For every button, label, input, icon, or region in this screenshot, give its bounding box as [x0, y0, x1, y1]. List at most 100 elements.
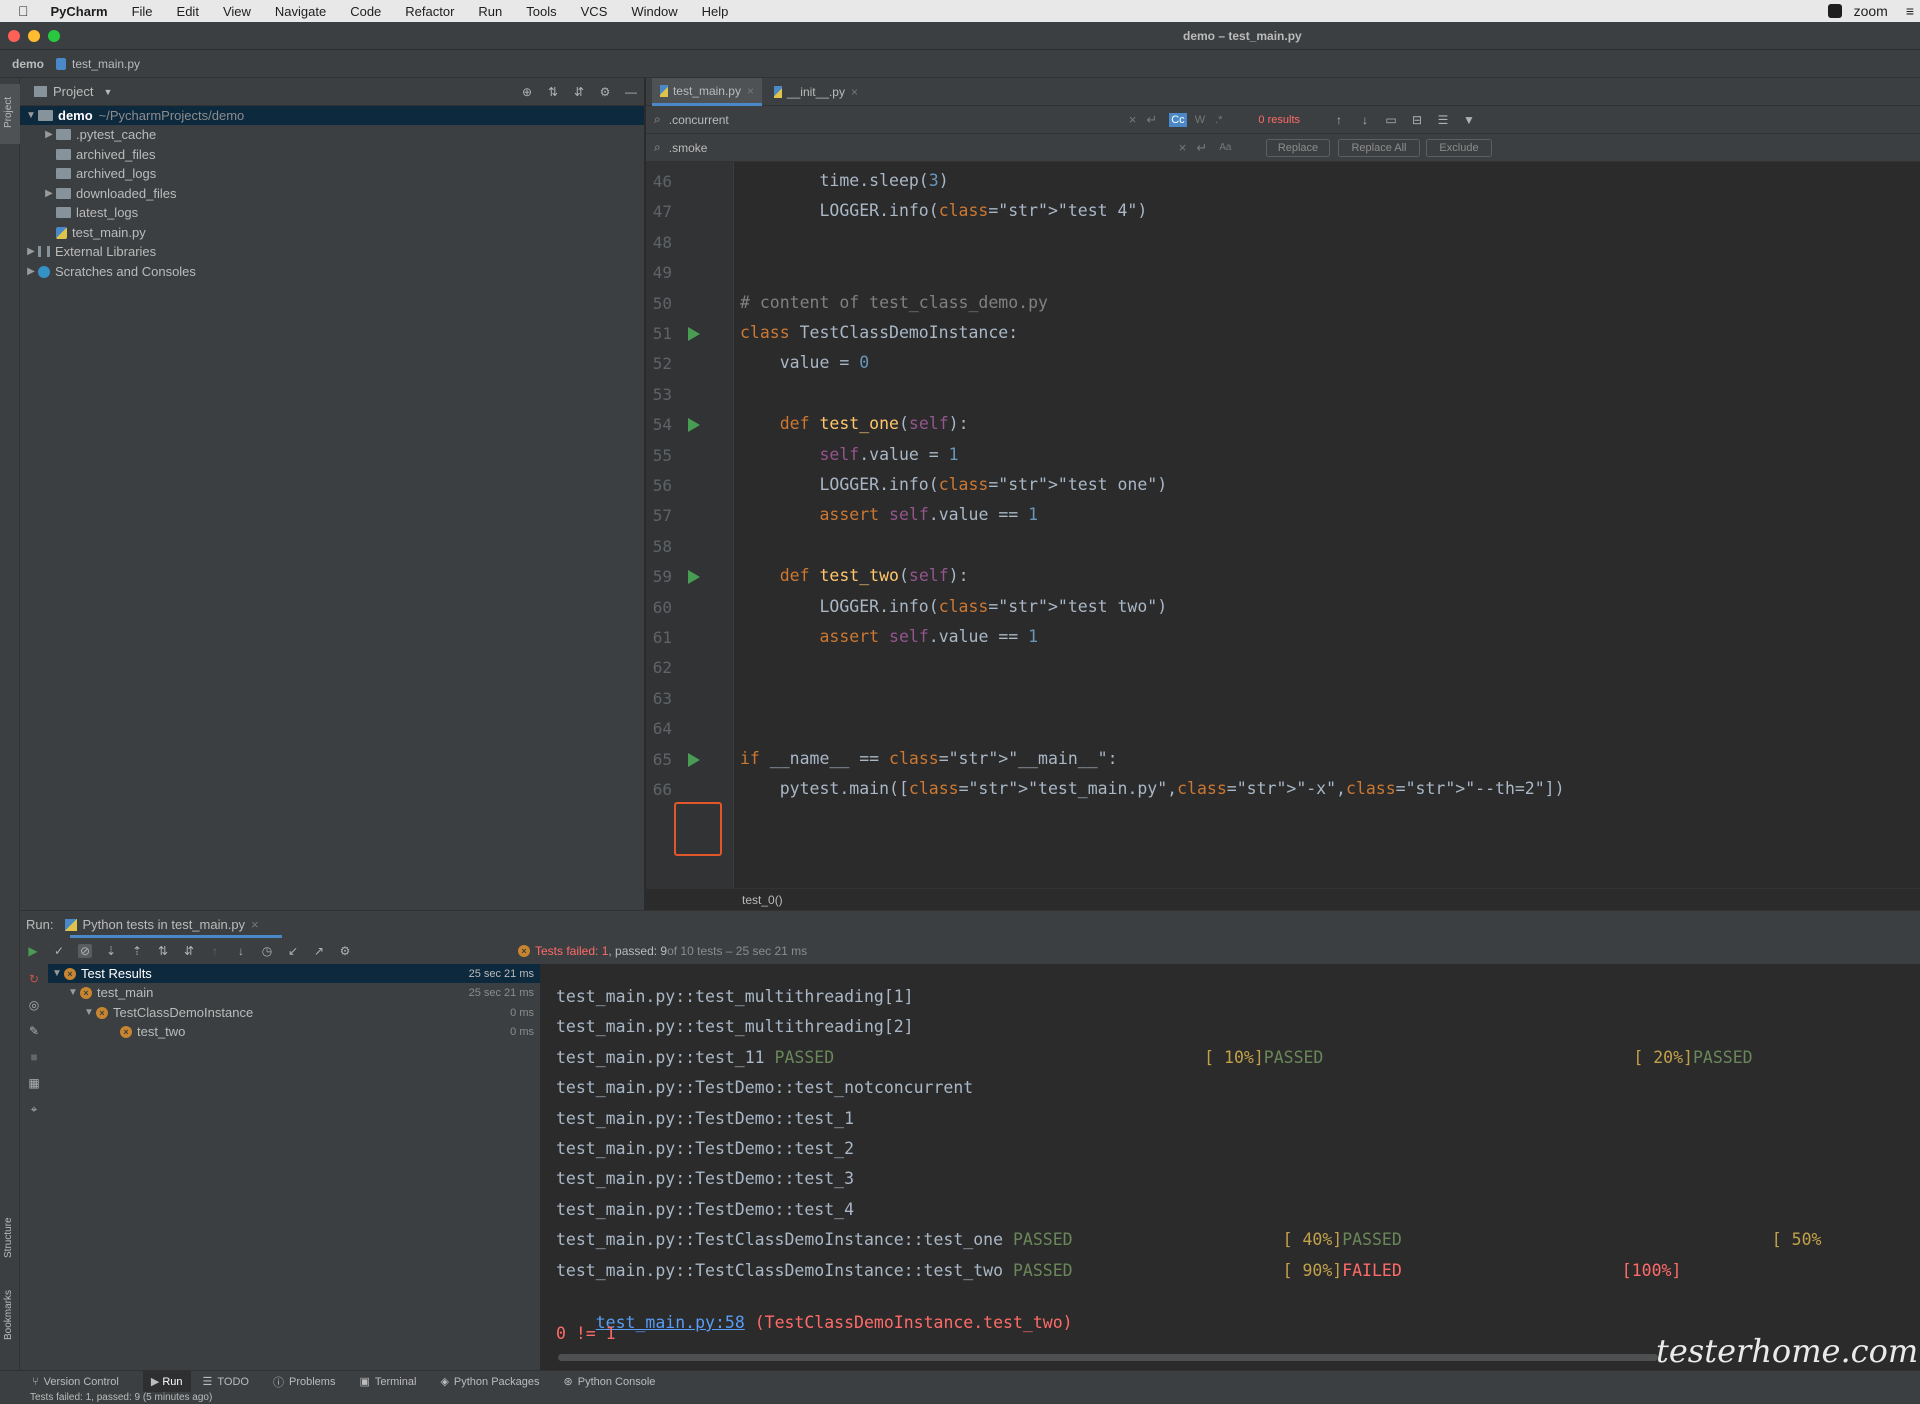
tool-terminal[interactable]: Terminal — [375, 1376, 417, 1388]
code-line[interactable]: LOGGER.info(class="str">"test one") — [740, 475, 1167, 494]
gear-icon[interactable]: ⚙ — [338, 944, 352, 958]
project-side-label[interactable]: Project — [3, 97, 14, 128]
code-line[interactable]: assert self.value == 1 — [740, 627, 1038, 646]
code-line[interactable]: self.value = 1 — [740, 445, 958, 464]
test-item-test-two[interactable]: × test_two 0 ms — [48, 1022, 540, 1041]
wrench-icon[interactable]: ✎ — [27, 1024, 41, 1038]
close-icon[interactable]: × — [251, 917, 259, 932]
menu-help[interactable]: Help — [690, 4, 741, 19]
tool-version-control[interactable]: Version Control — [44, 1376, 119, 1388]
find-input[interactable]: .concurrent — [669, 113, 1129, 127]
apple-icon[interactable]:  — [0, 3, 39, 19]
pin-icon[interactable]: ⌖ — [27, 1102, 41, 1116]
code-line[interactable]: # content of test_class_demo.py — [740, 293, 1048, 312]
stop-icon[interactable]: ■ — [27, 1050, 41, 1064]
replace-all-button[interactable]: Replace All — [1338, 139, 1420, 157]
test-item-test-main[interactable]: ▼ × test_main 25 sec 21 ms — [48, 983, 540, 1002]
sort-alpha-icon[interactable]: ⇣ — [104, 944, 118, 958]
nav-file[interactable]: test_main.py — [72, 57, 140, 71]
tab-test-main[interactable]: test_main.py × — [652, 78, 762, 106]
exclude-button[interactable]: Exclude — [1426, 139, 1492, 157]
console-error-link[interactable]: test_main.py:58 — [596, 1313, 745, 1332]
tree-item-external-libraries[interactable]: ▶ External Libraries — [20, 242, 644, 261]
close-icon[interactable]: × — [851, 85, 858, 99]
chevron-right-icon[interactable]: ▶ — [24, 266, 38, 277]
multiline-icon[interactable]: ☰ — [1436, 113, 1450, 127]
menu-window[interactable]: Window — [619, 4, 689, 19]
clear-icon[interactable]: × — [1179, 140, 1187, 155]
filter-icon[interactable]: ▼ — [1462, 113, 1476, 127]
run-gutter-icon[interactable] — [688, 752, 700, 767]
layout-icon[interactable]: ▦ — [27, 1076, 41, 1090]
chevron-down-icon[interactable]: ▼ — [24, 110, 38, 121]
run-gutter-icon[interactable] — [688, 570, 700, 585]
preserve-case-icon[interactable]: Aa — [1219, 142, 1231, 153]
nav-project[interactable]: demo — [12, 57, 44, 71]
chevron-down-icon[interactable]: ▼ — [66, 987, 80, 998]
chevron-down-icon[interactable]: ▼ — [50, 968, 64, 979]
new-line-icon[interactable]: ↵ — [1196, 140, 1207, 156]
collapse-all-icon[interactable]: ⇵ — [572, 85, 586, 99]
next-failed-icon[interactable]: ↓ — [234, 944, 248, 958]
tree-item-archived-logs[interactable]: archived_logs — [20, 164, 644, 183]
editor-breadcrumb[interactable]: test_0() — [646, 888, 1920, 910]
close-icon[interactable]: × — [747, 84, 754, 98]
sort-duration-icon[interactable]: ⇡ — [130, 944, 144, 958]
tool-run-wrap[interactable]: ▶ Run — [142, 1371, 191, 1392]
code-line[interactable]: def test_one(self): — [740, 414, 969, 433]
input-source-icon[interactable] — [1827, 4, 1842, 18]
toggle-auto-test-icon[interactable]: ◎ — [27, 998, 41, 1012]
replace-button[interactable]: Replace — [1266, 139, 1330, 157]
menu-app-pycharm[interactable]: PyCharm — [39, 4, 120, 19]
regex-toggle[interactable]: .* — [1215, 114, 1222, 126]
menu-run[interactable]: Run — [466, 4, 514, 19]
match-case-toggle[interactable]: Cc — [1169, 112, 1187, 127]
menu-edit[interactable]: Edit — [165, 4, 211, 19]
tree-item-pytest-cache[interactable]: ▶ .pytest_cache — [20, 125, 644, 144]
tab-init[interactable]: __init__.py × — [766, 78, 866, 106]
tool-problems[interactable]: Problems — [289, 1376, 335, 1388]
code-line[interactable]: LOGGER.info(class="str">"test 4") — [740, 201, 1147, 220]
menu-code[interactable]: Code — [338, 4, 393, 19]
history-icon[interactable]: ◷ — [260, 944, 274, 958]
menu-file[interactable]: File — [120, 4, 165, 19]
code-line[interactable]: assert self.value == 1 — [740, 505, 1038, 524]
tree-item-test-main[interactable]: test_main.py — [20, 223, 644, 242]
structure-side-label[interactable]: Structure — [3, 1217, 14, 1258]
menu-view[interactable]: View — [211, 4, 263, 19]
code-line[interactable]: value = 0 — [740, 353, 869, 372]
chevron-right-icon[interactable]: ▶ — [24, 246, 38, 257]
select-all-occurrences-icon[interactable]: ▭ — [1384, 113, 1398, 127]
rerun-icon[interactable]: ▶ — [26, 944, 40, 958]
test-item-class[interactable]: ▼ × TestClassDemoInstance 0 ms — [48, 1003, 540, 1022]
import-tests-icon[interactable]: ↙ — [286, 944, 300, 958]
tree-item-scratches[interactable]: ▶ Scratches and Consoles — [20, 262, 644, 281]
zoom-menubar-label[interactable]: zoom — [1854, 3, 1888, 19]
next-occurrence-icon[interactable]: ↓ — [1358, 113, 1372, 127]
clear-icon[interactable]: × — [1129, 112, 1137, 127]
menu-tools[interactable]: Tools — [514, 4, 568, 19]
tree-item-downloaded-files[interactable]: ▶ downloaded_files — [20, 184, 644, 203]
menu-vcs[interactable]: VCS — [569, 4, 620, 19]
chevron-down-icon[interactable]: ▼ — [82, 1007, 96, 1018]
previous-failed-icon[interactable]: ↑ — [208, 944, 222, 958]
run-console[interactable]: test_main.py::test_multithreading[1] test… — [540, 964, 1920, 1370]
collapse-all-icon[interactable]: ⇵ — [182, 944, 196, 958]
hide-icon[interactable]: — — [624, 85, 638, 99]
previous-occurrence-icon[interactable]: ↑ — [1332, 113, 1346, 127]
chevron-right-icon[interactable]: ▶ — [42, 188, 56, 199]
export-tests-icon[interactable]: ↗ — [312, 944, 326, 958]
tree-item-latest-logs[interactable]: latest_logs — [20, 203, 644, 222]
run-tab-label[interactable]: Python tests in test_main.py — [82, 917, 245, 932]
console-horizontal-scrollbar[interactable] — [558, 1354, 1658, 1361]
project-panel-title[interactable]: Project — [53, 84, 93, 99]
expand-all-icon[interactable]: ⇅ — [156, 944, 170, 958]
code-line[interactable]: if __name__ == class="str">"__main__": — [740, 749, 1118, 768]
test-results-root[interactable]: ▼ × Test Results 25 sec 21 ms — [48, 964, 540, 983]
code-line[interactable]: time.sleep(3) — [740, 171, 948, 190]
code-area[interactable]: 46 time.sleep(3) 47 LOGGER.info(class="st… — [646, 162, 1920, 888]
tool-todo[interactable]: TODO — [217, 1376, 249, 1388]
tree-item-archived-files[interactable]: archived_files — [20, 145, 644, 164]
replace-input[interactable]: .smoke — [669, 141, 1179, 155]
new-line-icon[interactable]: ↵ — [1146, 112, 1157, 128]
